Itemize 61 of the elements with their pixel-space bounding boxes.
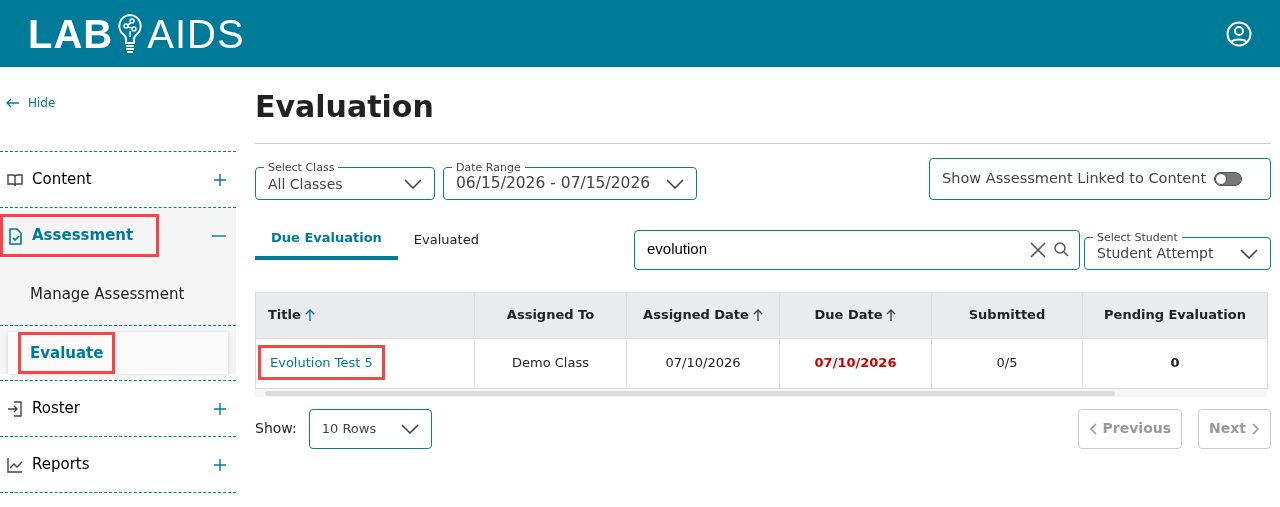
tab[interactable]: Evaluated (397, 220, 495, 260)
tab[interactable]: Due Evaluation (255, 220, 398, 260)
linked-content-toggle[interactable]: Show Assessment Linked to Content (929, 158, 1271, 200)
collapse-icon (212, 234, 226, 237)
sidebar-subitem[interactable]: Evaluate (8, 332, 228, 374)
table-cell: 07/10/2026 (626, 338, 780, 388)
sort-arrow-icon[interactable] (304, 309, 315, 321)
chevron-right-icon (1252, 422, 1260, 435)
chevron-down-icon (404, 179, 422, 189)
rows-select[interactable]: 10 Rows (308, 408, 432, 449)
sort-arrow-icon[interactable] (886, 309, 897, 321)
field-value: Student Attempt (1097, 244, 1214, 263)
sidebar-item[interactable]: Assessment (0, 208, 236, 263)
line-chart-icon (6, 455, 24, 474)
document-check-icon (6, 226, 24, 245)
toggle-switch[interactable] (1214, 172, 1243, 186)
login-icon (6, 399, 24, 418)
student-select[interactable]: Select Student Student Attempt (1084, 231, 1271, 270)
search-field[interactable]: evolution (634, 229, 1080, 270)
sidebar-item[interactable]: Content (0, 152, 236, 207)
search-icon[interactable] (1054, 242, 1069, 257)
chevron-down-icon (400, 423, 419, 434)
column-header-text: Due Date (814, 306, 883, 325)
field-label: Select Student (1096, 231, 1179, 243)
sidebar-subitem[interactable]: Manage Assessment (0, 263, 236, 325)
table-cell: Demo Class (474, 338, 627, 388)
column-header-text: Assigned Date (643, 306, 749, 325)
lightbulb-icon (117, 12, 144, 55)
field-value: 10 Rows (321, 419, 377, 438)
user-avatar-icon[interactable] (1226, 20, 1252, 47)
chevron-left-icon (1088, 422, 1097, 435)
date-range-select[interactable]: Date Range 06/15/2026 - 07/15/2026 (443, 162, 697, 200)
logo-text: AIDS (147, 13, 245, 54)
table-cell: 0 (1082, 338, 1268, 388)
field-value: 06/15/2026 - 07/15/2026 (456, 173, 651, 195)
page-title: Evaluation (255, 89, 1271, 144)
field-label: Date Range (455, 162, 522, 173)
logo-text: LAB (28, 13, 114, 54)
horizontal-scrollbar[interactable] (255, 388, 1267, 397)
sidebar-item[interactable]: Roster (0, 381, 236, 436)
table-cell: 07/10/2026 (779, 338, 932, 388)
sort-arrow-icon[interactable] (752, 309, 763, 321)
column-header-text: Title (268, 306, 301, 325)
expand-icon (214, 402, 226, 415)
expand-icon (214, 173, 226, 186)
field-label: Select Class (267, 162, 336, 173)
chevron-down-icon (1240, 248, 1258, 259)
column-header: Pending Evaluation (1082, 292, 1268, 338)
toggle-label: Show Assessment Linked to Content (942, 169, 1207, 189)
field-value: All Classes (268, 174, 343, 194)
sidebar-item[interactable]: Reports (0, 437, 236, 492)
close-icon[interactable] (1030, 241, 1046, 258)
column-header: Submitted (931, 292, 1083, 338)
hide-sidebar-link[interactable]: Hide (6, 94, 56, 112)
arrow-left-icon (6, 98, 20, 108)
table-cell: 0/5 (931, 338, 1083, 388)
expand-icon (214, 458, 226, 471)
show-label: Show: (255, 419, 297, 438)
chevron-down-icon (666, 179, 684, 189)
column-header: Assigned To (474, 292, 627, 338)
class-select[interactable]: Select Class All Classes (255, 162, 435, 200)
